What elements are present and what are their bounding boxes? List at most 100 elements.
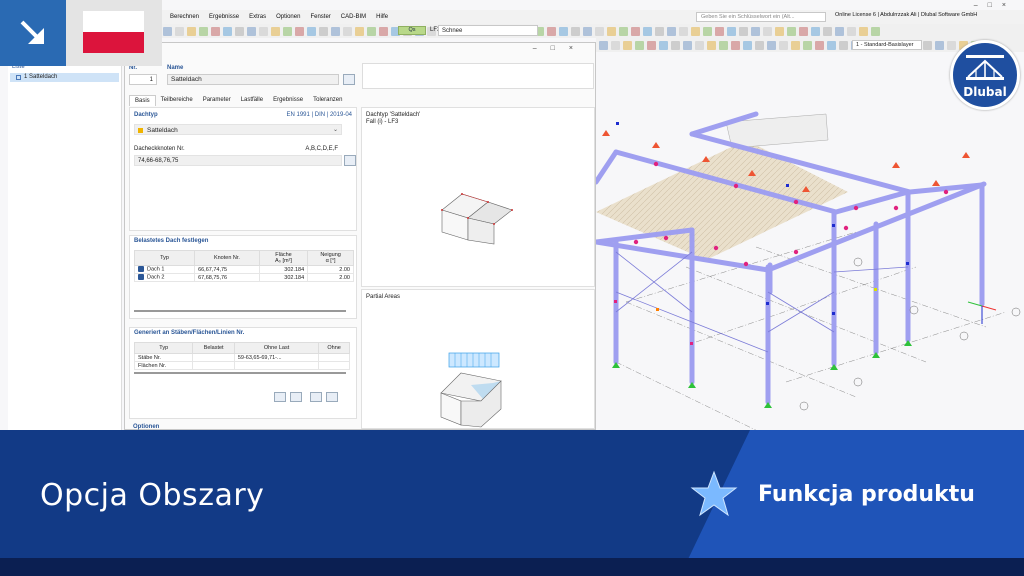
row-checkbox[interactable] bbox=[138, 274, 144, 281]
toolbar-button[interactable] bbox=[631, 26, 640, 36]
menu-ergebnisse[interactable]: Ergebnisse bbox=[209, 14, 239, 20]
dialog-window-controls[interactable]: –□× bbox=[533, 45, 587, 52]
toolbar-button[interactable] bbox=[835, 26, 844, 36]
toolbar-button[interactable] bbox=[799, 26, 808, 36]
toolbar-button[interactable] bbox=[623, 40, 632, 50]
toolbar-button[interactable] bbox=[923, 40, 932, 50]
toolbar-button[interactable] bbox=[547, 26, 556, 36]
select-members-button[interactable] bbox=[274, 392, 286, 402]
toolbar-button[interactable] bbox=[367, 26, 376, 36]
tab-toleranzen[interactable]: Toleranzen bbox=[308, 95, 347, 106]
toolbar-button[interactable] bbox=[811, 26, 820, 36]
structural-3d-model[interactable] bbox=[596, 52, 1024, 430]
select-surfaces-button[interactable] bbox=[310, 392, 322, 402]
toolbar-button[interactable] bbox=[767, 40, 776, 50]
edit-name-button[interactable] bbox=[343, 74, 355, 85]
menu-extras[interactable]: Extras bbox=[249, 14, 266, 20]
menu-hilfe[interactable]: Hilfe bbox=[376, 14, 388, 20]
toolbar-button[interactable] bbox=[859, 26, 868, 36]
swap-button[interactable] bbox=[290, 392, 302, 402]
toolbar-button[interactable] bbox=[199, 26, 208, 36]
toolbar-button[interactable] bbox=[787, 26, 796, 36]
toolbar-button[interactable] bbox=[271, 26, 280, 36]
toolbar-button[interactable] bbox=[307, 26, 316, 36]
toolbar-button[interactable] bbox=[559, 26, 568, 36]
toolbar-button[interactable] bbox=[751, 26, 760, 36]
toolbar-button[interactable] bbox=[775, 26, 784, 36]
toolbar-button[interactable] bbox=[727, 26, 736, 36]
toolbar-button[interactable] bbox=[331, 26, 340, 36]
corner-nodes-input[interactable]: 74,66-68,76,75 bbox=[134, 155, 342, 166]
toolbar-button[interactable] bbox=[731, 40, 740, 50]
toolbar-button[interactable] bbox=[871, 26, 880, 36]
table-row[interactable]: Dach 2 67,68,75,76 302.184 2.00 bbox=[133, 273, 354, 282]
table-row[interactable]: Dach 1 66,67,74,75 302.184 2.00 bbox=[133, 265, 354, 274]
toolbar-button[interactable] bbox=[571, 26, 580, 36]
toolbar-button[interactable] bbox=[755, 40, 764, 50]
toolbar-button[interactable] bbox=[679, 26, 688, 36]
menu-optionen[interactable]: Optionen bbox=[276, 14, 300, 20]
toolbar-button[interactable] bbox=[683, 40, 692, 50]
toolbar-button[interactable] bbox=[187, 26, 196, 36]
toolbar-button[interactable] bbox=[175, 26, 184, 36]
loadcase-select[interactable]: Schnee bbox=[438, 25, 538, 36]
toolbar-button[interactable] bbox=[599, 40, 608, 50]
toolbar-button[interactable] bbox=[847, 26, 856, 36]
toolbar-button[interactable] bbox=[295, 26, 304, 36]
table-row[interactable]: Stäbe Nr. 59-63,65-69,71-... bbox=[133, 353, 350, 362]
layer-select[interactable]: 1 - Standard-Basislayer bbox=[852, 40, 922, 50]
toolbar-button[interactable] bbox=[839, 40, 848, 50]
menu-fenster[interactable]: Fenster bbox=[310, 14, 330, 20]
toolbar-button[interactable] bbox=[647, 40, 656, 50]
toolbar-button[interactable] bbox=[643, 26, 652, 36]
toolbar-button[interactable] bbox=[827, 40, 836, 50]
toolbar-button[interactable] bbox=[947, 40, 956, 50]
search-input[interactable]: Geben Sie ein Schlüsselwort ein (Alt... bbox=[696, 12, 826, 22]
horizontal-scrollbar[interactable] bbox=[134, 372, 346, 374]
row-checkbox[interactable] bbox=[138, 266, 144, 273]
toolbar-button[interactable] bbox=[659, 40, 668, 50]
toolbar-button[interactable] bbox=[223, 26, 232, 36]
toolbar-button[interactable] bbox=[635, 40, 644, 50]
toolbar-button[interactable] bbox=[343, 26, 352, 36]
toolbar-button[interactable] bbox=[607, 26, 616, 36]
toolbar-button[interactable] bbox=[739, 26, 748, 36]
toolbar-button[interactable] bbox=[619, 26, 628, 36]
toolbar-button[interactable] bbox=[583, 26, 592, 36]
toolbar-button[interactable] bbox=[703, 26, 712, 36]
toolbar-button[interactable] bbox=[247, 26, 256, 36]
toolbar-button[interactable] bbox=[935, 40, 944, 50]
toolbar-button[interactable] bbox=[595, 26, 604, 36]
table-row[interactable]: Flächen Nr. bbox=[133, 361, 350, 370]
menu-berechnen[interactable]: Berechnen bbox=[170, 14, 199, 20]
toolbar-button[interactable] bbox=[211, 26, 220, 36]
toolbar-button[interactable] bbox=[763, 26, 772, 36]
name-field[interactable]: Satteldach bbox=[167, 74, 339, 85]
toolbar-button[interactable] bbox=[283, 26, 292, 36]
window-controls[interactable]: –□× bbox=[974, 2, 1016, 9]
toolbar-button[interactable] bbox=[667, 26, 676, 36]
tab-basis[interactable]: Basis bbox=[129, 95, 156, 106]
toolbar-button[interactable] bbox=[695, 40, 704, 50]
toolbar-button[interactable] bbox=[691, 26, 700, 36]
toolbar-button[interactable] bbox=[611, 40, 620, 50]
toolbar-button[interactable] bbox=[743, 40, 752, 50]
toolbar-button[interactable] bbox=[355, 26, 364, 36]
toolbar-button[interactable] bbox=[379, 26, 388, 36]
toolbar-button[interactable] bbox=[779, 40, 788, 50]
pick-nodes-button[interactable] bbox=[344, 155, 356, 166]
toolbar-button[interactable] bbox=[259, 26, 268, 36]
roof-type-select[interactable]: Satteldach ⌄ bbox=[134, 124, 342, 135]
toolbar-button[interactable] bbox=[823, 26, 832, 36]
tab-teilbereiche[interactable]: Teilbereiche bbox=[156, 95, 198, 106]
menu-cad-bim[interactable]: CAD-BIM bbox=[341, 14, 366, 20]
number-field[interactable]: 1 bbox=[129, 74, 157, 85]
toolbar-button[interactable] bbox=[319, 26, 328, 36]
tab-lastfaelle[interactable]: Lastfälle bbox=[236, 95, 268, 106]
toolbar-button[interactable] bbox=[815, 40, 824, 50]
horizontal-scrollbar[interactable] bbox=[134, 310, 346, 312]
toolbar-button[interactable] bbox=[163, 26, 172, 36]
swap-button[interactable] bbox=[326, 392, 338, 402]
tab-ergebnisse[interactable]: Ergebnisse bbox=[268, 95, 308, 106]
comment-area[interactable] bbox=[362, 63, 594, 89]
